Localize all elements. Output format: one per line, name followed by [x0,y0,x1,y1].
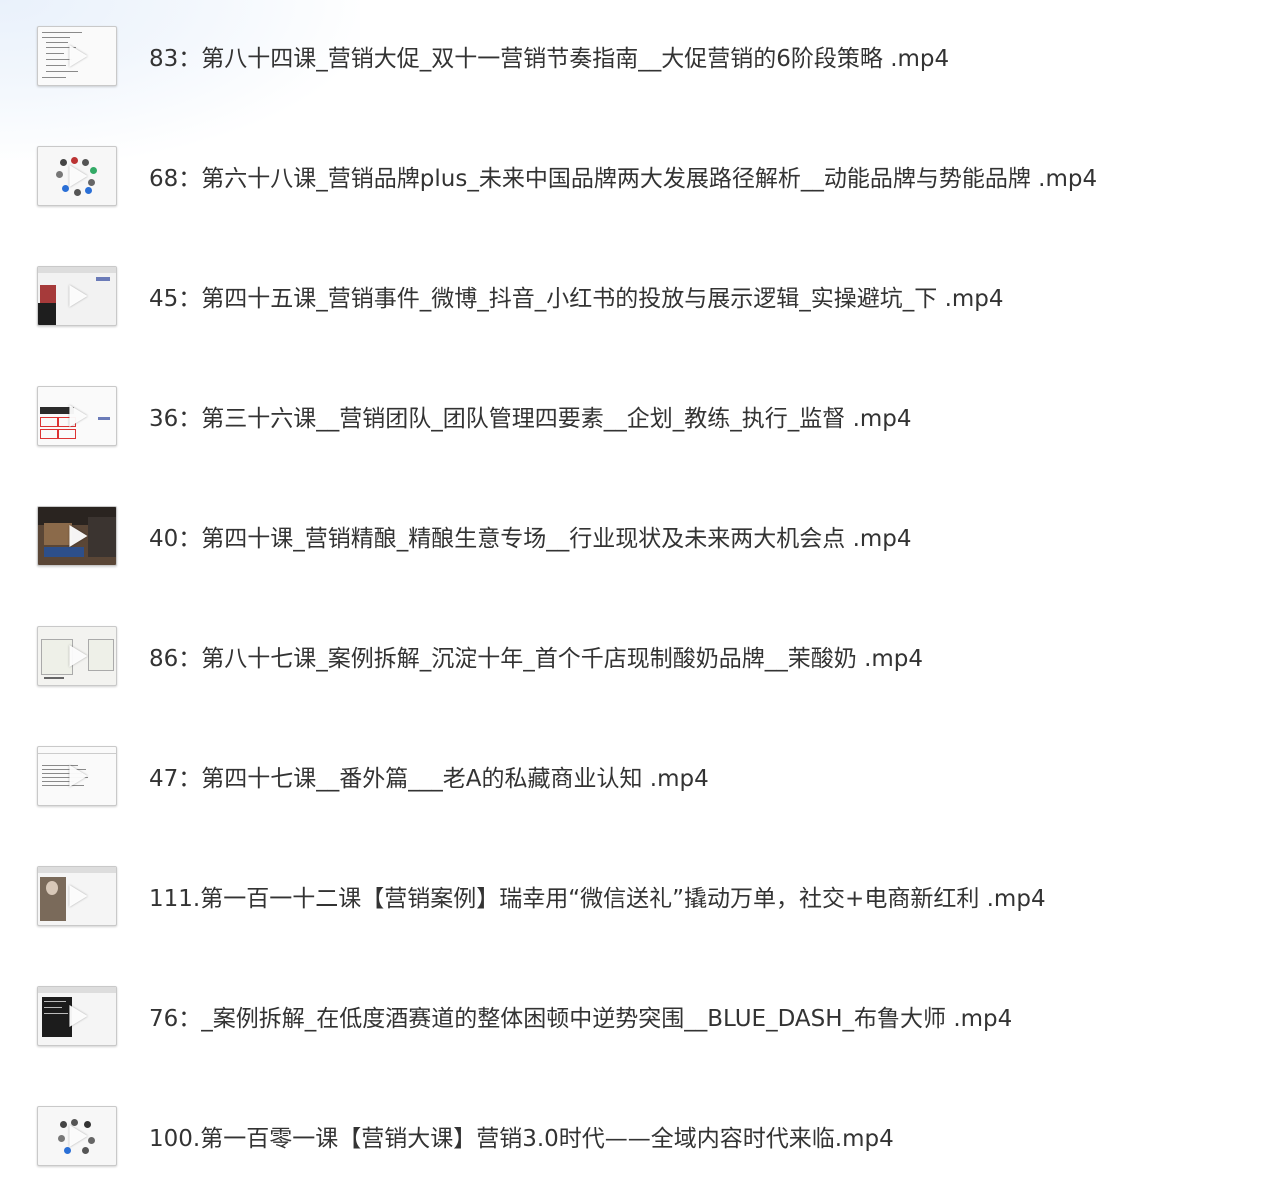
play-icon [69,1005,88,1027]
file-item[interactable]: 45：第四十五课_营销事件_微博_抖音_小红书的投放与展示逻辑_实操避坑_下 .… [0,236,1288,356]
play-icon [69,405,88,427]
file-name[interactable]: 45：第四十五课_营销事件_微博_抖音_小红书的投放与展示逻辑_实操避坑_下 .… [149,279,1004,313]
file-name[interactable]: 47：第四十七课__番外篇___老A的私藏商业认知 .mp4 [149,759,709,793]
file-name[interactable]: 86：第八十七课_案例拆解_沉淀十年_首个千店现制酸奶品牌__茉酸奶 .mp4 [149,639,923,673]
file-item[interactable]: 40：第四十课_营销精酿_精酿生意专场__行业现状及未来两大机会点 .mp4 [0,476,1288,596]
video-thumbnail[interactable] [37,386,117,446]
file-item[interactable]: 83：第八十四课_营销大促_双十一营销节奏指南__大促营销的6阶段策略 .mp4 [0,0,1288,116]
video-thumbnail[interactable] [37,506,117,566]
file-name[interactable]: 111.第一百一十二课【营销案例】瑞幸用“微信送礼”撬动万单，社交+电商新红利 … [149,879,1046,913]
play-icon [69,45,88,67]
file-item[interactable]: 76：_案例拆解_在低度酒赛道的整体困顿中逆势突围__BLUE_DASH_布鲁大… [0,956,1288,1076]
video-thumbnail[interactable] [37,626,117,686]
video-thumbnail[interactable] [37,26,117,86]
file-item[interactable]: 86：第八十七课_案例拆解_沉淀十年_首个千店现制酸奶品牌__茉酸奶 .mp4 [0,596,1288,716]
file-item[interactable]: 36：第三十六课__营销团队_团队管理四要素__企划_教练_执行_监督 .mp4 [0,356,1288,476]
video-thumbnail[interactable] [37,146,117,206]
file-item[interactable]: 111.第一百一十二课【营销案例】瑞幸用“微信送礼”撬动万单，社交+电商新红利 … [0,836,1288,956]
play-icon [69,525,88,547]
video-thumbnail[interactable] [37,266,117,326]
video-thumbnail[interactable] [37,746,117,806]
play-icon [69,645,88,667]
file-item[interactable]: 47：第四十七课__番外篇___老A的私藏商业认知 .mp4 [0,716,1288,836]
file-name[interactable]: 76：_案例拆解_在低度酒赛道的整体困顿中逆势突围__BLUE_DASH_布鲁大… [149,999,1012,1033]
video-thumbnail[interactable] [37,866,117,926]
file-name[interactable]: 36：第三十六课__营销团队_团队管理四要素__企划_教练_执行_监督 .mp4 [149,399,912,433]
play-icon [69,285,88,307]
video-thumbnail[interactable] [37,986,117,1046]
file-name[interactable]: 68：第六十八课_营销品牌plus_未来中国品牌两大发展路径解析__动能品牌与势… [149,159,1097,193]
file-name[interactable]: 100.第一百零一课【营销大课】营销3.0时代——全域内容时代来临.mp4 [149,1119,894,1153]
play-icon [69,885,88,907]
play-icon [69,165,88,187]
video-thumbnail[interactable] [37,1106,117,1166]
play-icon [69,765,88,787]
file-item[interactable]: 100.第一百零一课【营销大课】营销3.0时代——全域内容时代来临.mp4 [0,1076,1288,1196]
play-icon [69,1125,88,1147]
file-name[interactable]: 40：第四十课_营销精酿_精酿生意专场__行业现状及未来两大机会点 .mp4 [149,519,912,553]
file-name[interactable]: 83：第八十四课_营销大促_双十一营销节奏指南__大促营销的6阶段策略 .mp4 [149,39,949,73]
file-item[interactable]: 68：第六十八课_营销品牌plus_未来中国品牌两大发展路径解析__动能品牌与势… [0,116,1288,236]
